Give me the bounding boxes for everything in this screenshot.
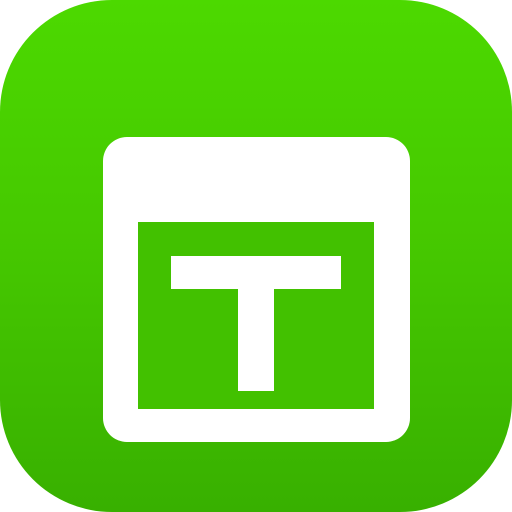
t-glyph-bar [171,256,341,289]
app-icon[interactable] [0,0,512,512]
t-glyph-stem [238,289,274,391]
template-t-icon [103,137,410,442]
